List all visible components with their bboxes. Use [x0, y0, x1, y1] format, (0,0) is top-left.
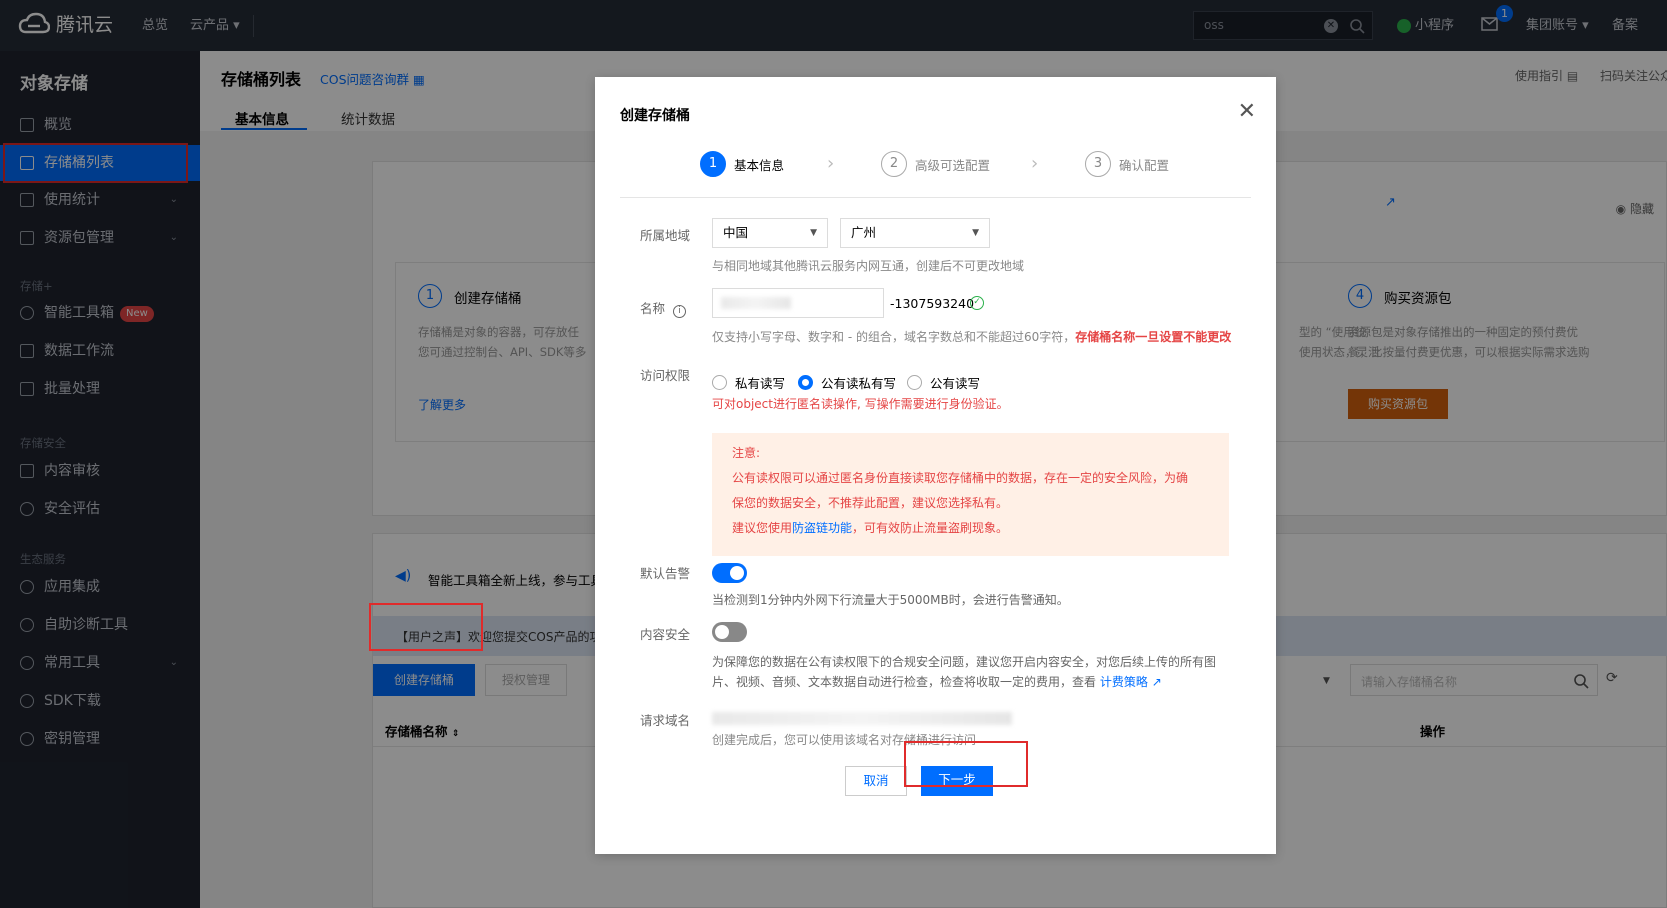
radio-circle — [907, 375, 922, 390]
name-label-text: 名称 — [640, 301, 666, 316]
step-number: 2 — [881, 151, 907, 177]
cancel-button[interactable]: 取消 — [845, 766, 907, 796]
radio-public-read[interactable]: 公有读私有写 — [798, 373, 896, 392]
step-basic-info: 1 基本信息 — [700, 151, 784, 177]
region-city-value: 广州 — [851, 225, 877, 240]
blurred-domain-value — [712, 712, 1012, 725]
close-icon[interactable]: ✕ — [1238, 99, 1256, 124]
alarm-label: 默认告警 — [640, 566, 691, 581]
radio-label: 公有读写 — [930, 376, 981, 391]
steps-divider — [620, 197, 1251, 198]
step-advanced: 2 高级可选配置 — [881, 151, 990, 177]
name-suffix: -1307593240 — [890, 296, 975, 311]
check-circle-icon: ✓ — [970, 296, 984, 310]
highlight-next-step — [904, 741, 1028, 787]
content-security-hint: 为保障您的数据在公有读权限下的合规安全问题，建议您开启内容安全，对您后续上传的所… — [712, 655, 1217, 669]
name-hint-text: 仅支持小写字母、数字和 - 的组合，域名字数总和不能超过60字符， — [712, 330, 1076, 344]
chevron-down-icon: ▼ — [810, 228, 817, 238]
highlight-create-bucket — [369, 603, 483, 651]
chevron-right-icon: › — [1031, 153, 1039, 174]
radio-circle-checked — [798, 375, 813, 390]
region-label: 所属地域 — [640, 228, 691, 243]
step-label: 确认配置 — [1119, 157, 1170, 173]
step-number: 1 — [700, 151, 726, 177]
bucket-name-input[interactable] — [712, 288, 884, 318]
radio-public-read-write[interactable]: 公有读写 — [907, 373, 980, 392]
region-city-select[interactable]: 广州 ▼ — [840, 218, 990, 248]
access-warning: 可对object进行匿名读操作, 写操作需要进行身份验证。 — [712, 397, 1009, 411]
name-hint-warning: 存储桶名称一旦设置不能更改 — [1075, 330, 1232, 344]
chevron-down-icon: ▼ — [972, 228, 979, 238]
hotlink-protection-link[interactable]: 防盗链功能 — [792, 521, 852, 535]
chevron-right-icon: › — [827, 153, 835, 174]
access-label: 访问权限 — [640, 368, 691, 383]
radio-label: 公有读私有写 — [821, 376, 897, 391]
region-hint: 与相同地域其他腾讯云服务内网互通，创建后不可更改地域 — [712, 259, 1025, 273]
notice-text: ，可有效防止流量盗刷现象。 — [852, 521, 1009, 535]
notice-line: 建议您使用防盗链功能，可有效防止流量盗刷现象。 — [732, 516, 1209, 541]
step-label: 基本信息 — [734, 157, 785, 173]
create-bucket-dialog: 创建存储桶 ✕ 1 基本信息 › 2 高级可选配置 › 3 确认配置 所属地域 … — [595, 77, 1276, 854]
notice-line: 保您的数据安全，不推荐此配置，建议您选择私有。 — [732, 496, 1009, 510]
notice-text: 建议您使用 — [732, 521, 793, 535]
info-icon[interactable]: i — [673, 305, 686, 318]
content-security-toggle[interactable] — [712, 622, 747, 642]
blurred-name-value — [721, 297, 791, 309]
name-label: 名称 i — [640, 298, 686, 318]
alarm-hint: 当检测到1分钟内外网下行流量大于5000MB时，会进行告警通知。 — [712, 593, 1069, 607]
region-country-value: 中国 — [723, 225, 749, 240]
name-hint: 仅支持小写字母、数字和 - 的组合，域名字数总和不能超过60字符，存储桶名称一旦… — [712, 328, 1231, 345]
step-label: 高级可选配置 — [915, 157, 991, 173]
external-link-icon[interactable]: ↗ — [1152, 675, 1162, 689]
security-notice: 注意: 公有读权限可以通过匿名身份直接读取您存储桶中的数据，存在一定的安全风险，… — [712, 433, 1229, 556]
region-country-select[interactable]: 中国 ▼ — [712, 218, 828, 248]
content-hint-text: 片、视频、音频、文本数据自动进行检查，检查将收取一定的费用，查看 — [712, 675, 1097, 689]
toggle-knob — [715, 625, 729, 639]
domain-label: 请求域名 — [640, 713, 691, 728]
toggle-knob — [730, 566, 744, 580]
dialog-title: 创建存储桶 — [620, 108, 690, 124]
content-security-hint: 片、视频、音频、文本数据自动进行检查，检查将收取一定的费用，查看 计费策略 ↗ — [712, 673, 1162, 690]
radio-label: 私有读写 — [735, 376, 786, 391]
content-security-label: 内容安全 — [640, 627, 691, 642]
notice-line: 公有读权限可以通过匿名身份直接读取您存储桶中的数据，存在一定的安全风险，为确 — [732, 471, 1189, 485]
radio-private[interactable]: 私有读写 — [712, 373, 785, 392]
alarm-toggle[interactable] — [712, 563, 747, 583]
step-number: 3 — [1085, 151, 1111, 177]
notice-title: 注意: — [732, 446, 761, 460]
billing-policy-link[interactable]: 计费策略 — [1100, 675, 1148, 689]
radio-circle — [712, 375, 727, 390]
step-confirm: 3 确认配置 — [1085, 151, 1169, 177]
